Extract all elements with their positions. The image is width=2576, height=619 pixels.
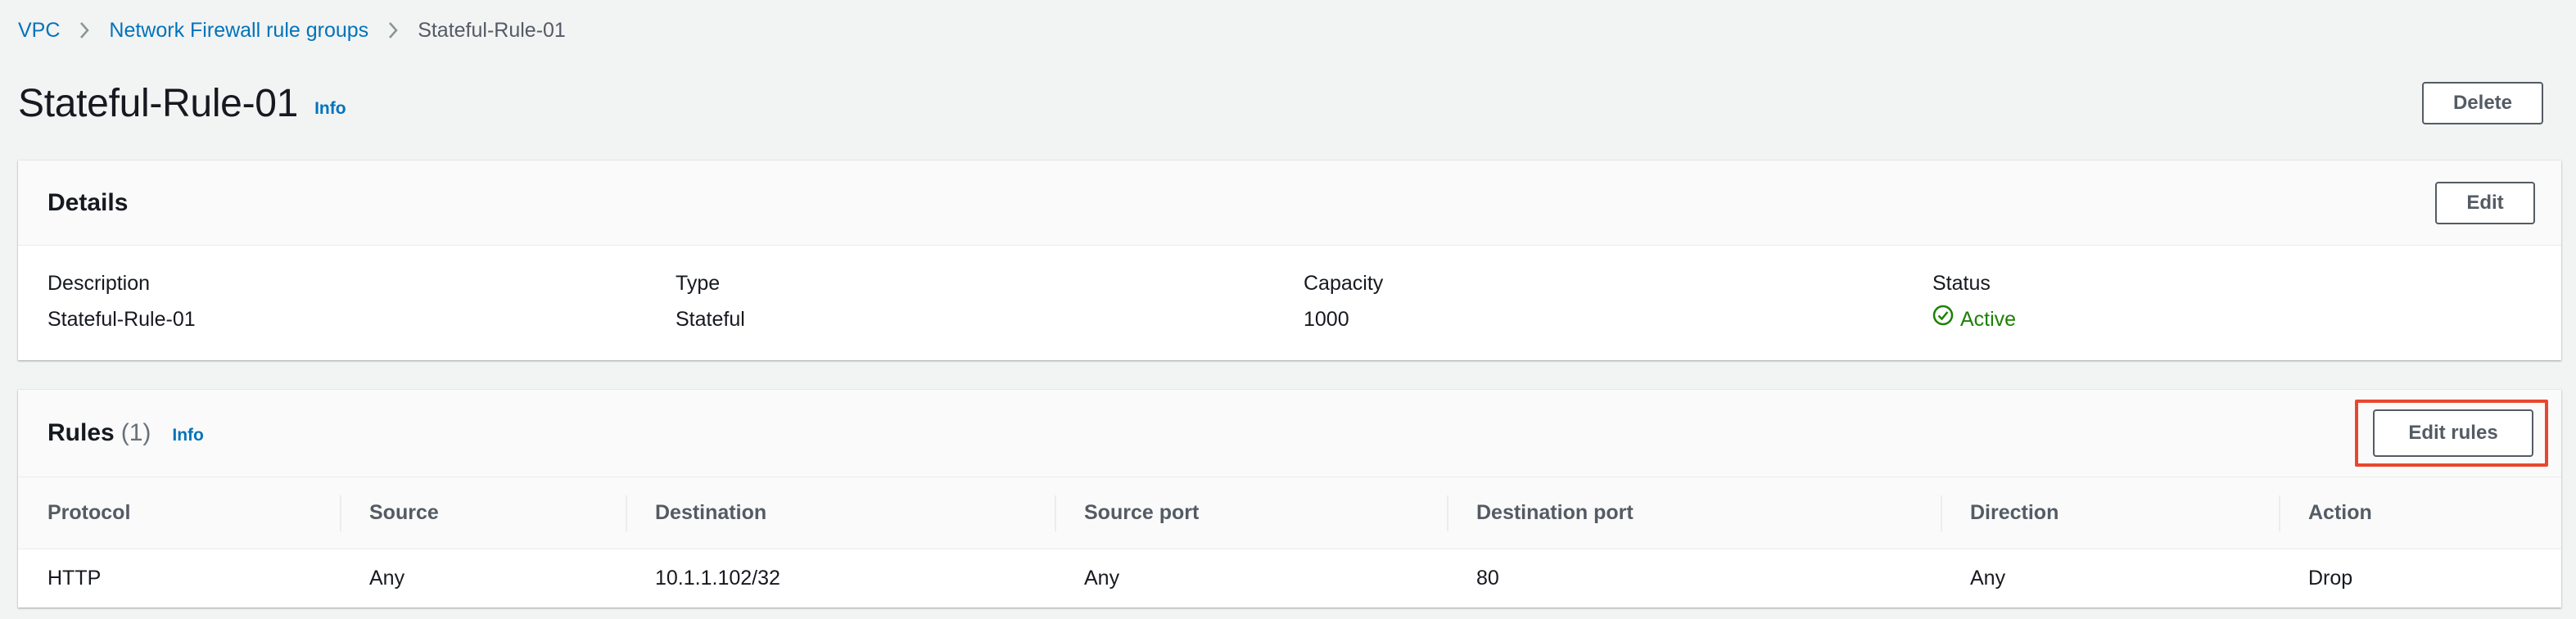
detail-label: Capacity [1304, 272, 1384, 295]
delete-button[interactable]: Delete [2422, 82, 2543, 124]
cell-source-port: Any [1084, 567, 1120, 590]
column-header-protocol[interactable]: Protocol [18, 477, 340, 549]
cell-direction: Any [1970, 567, 2006, 590]
cell-destination: 10.1.1.102/32 [655, 567, 780, 590]
detail-description: Description Stateful-Rule-01 [47, 269, 676, 334]
cell-action: Drop [2308, 567, 2353, 590]
details-grid: Description Stateful-Rule-01 Type Statef… [18, 246, 2561, 334]
column-header-destination[interactable]: Destination [626, 477, 1055, 549]
cell-source: Any [369, 567, 405, 590]
detail-label: Status [1932, 272, 1991, 295]
detail-type: Type Stateful [676, 269, 1304, 334]
rules-count: (1) [120, 419, 151, 446]
table-header-row: Protocol Source Destination Source port … [18, 477, 2561, 549]
chevron-right-icon [60, 16, 109, 44]
column-header-action[interactable]: Action [2279, 477, 2561, 549]
check-circle-icon [1932, 305, 1954, 334]
detail-value: Stateful [676, 308, 745, 331]
details-panel: Details Edit Description Stateful-Rule-0… [18, 160, 2561, 360]
status-text: Active [1960, 308, 2017, 331]
edit-rules-button[interactable]: Edit rules [2373, 409, 2533, 457]
breadcrumb-vpc[interactable]: VPC [18, 16, 60, 44]
detail-label: Description [47, 272, 151, 295]
detail-value: Stateful-Rule-01 [47, 308, 196, 331]
rules-title: Rules (1) [47, 419, 151, 447]
detail-capacity: Capacity 1000 [1304, 269, 1932, 334]
cell-destination-port: 80 [1476, 567, 1499, 590]
column-header-source[interactable]: Source [340, 477, 626, 549]
rules-panel: Rules (1) Info Edit rules Protocol Source… [18, 390, 2561, 608]
rules-info-link[interactable]: Info [172, 426, 203, 445]
breadcrumb-rule-groups[interactable]: Network Firewall rule groups [109, 16, 368, 44]
breadcrumb: VPC Network Firewall rule groups Statefu… [18, 16, 566, 44]
detail-value: 1000 [1304, 308, 1349, 331]
column-header-source-port[interactable]: Source port [1055, 477, 1447, 549]
column-header-destination-port[interactable]: Destination port [1447, 477, 1941, 549]
detail-label: Type [676, 272, 721, 295]
column-header-direction[interactable]: Direction [1941, 477, 2279, 549]
page-title: Stateful-Rule-01 [18, 81, 299, 125]
details-title: Details [47, 188, 129, 216]
table-row: HTTP Any 10.1.1.102/32 Any 80 Any Drop [18, 549, 2561, 608]
breadcrumb-current: Stateful-Rule-01 [418, 19, 566, 42]
details-header: Details Edit [18, 160, 2561, 246]
rules-title-text: Rules [47, 419, 115, 446]
chevron-right-icon [368, 16, 418, 44]
page: VPC Network Firewall rule groups Statefu… [0, 0, 2576, 619]
rules-header: Rules (1) Info Edit rules [18, 390, 2561, 477]
edit-button[interactable]: Edit [2435, 182, 2535, 224]
status-badge: Active [1932, 305, 2532, 334]
page-info-link[interactable]: Info [314, 99, 346, 119]
rules-table: Protocol Source Destination Source port … [18, 477, 2561, 608]
cell-protocol: HTTP [47, 567, 102, 590]
page-header: Stateful-Rule-01 Info Delete [18, 75, 2558, 131]
detail-status: Status Active [1932, 269, 2532, 334]
